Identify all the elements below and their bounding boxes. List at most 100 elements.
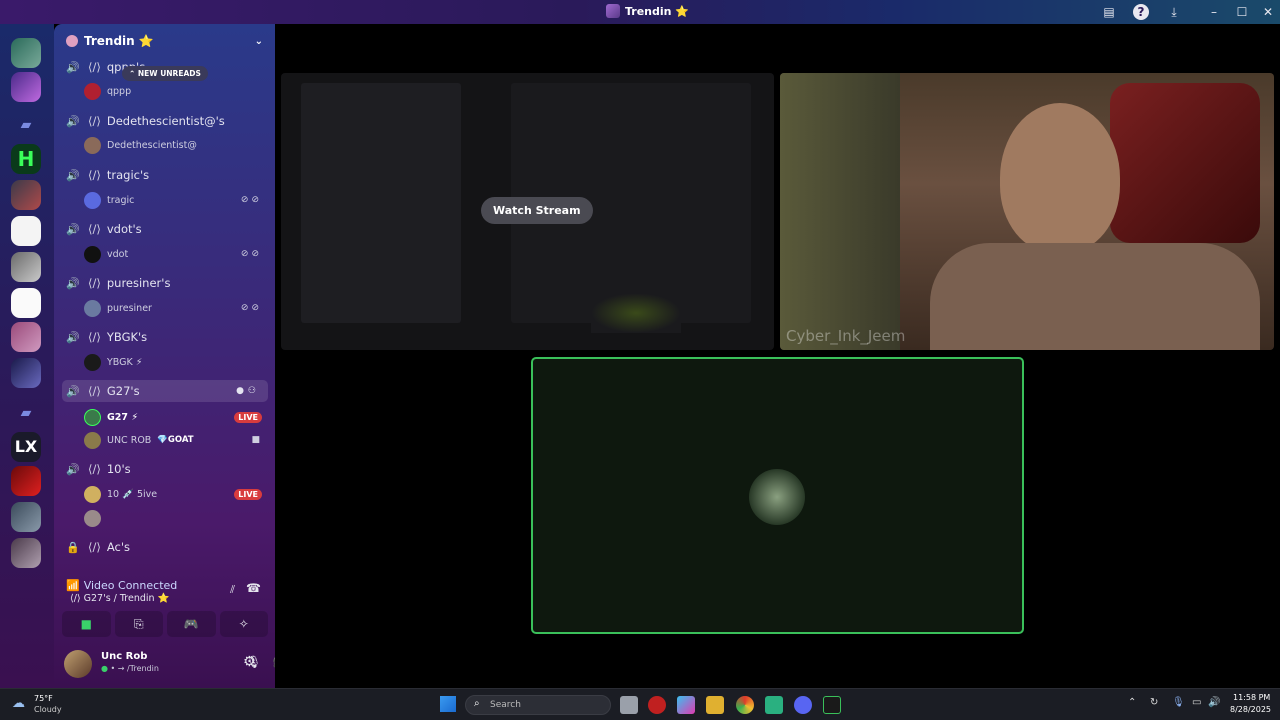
taskbar: ☁ 75°F Cloudy ⌕ Search ⌃ ↻ 🎙 ▭ 🔊 11:58 P… xyxy=(0,688,1280,720)
copilot-icon[interactable] xyxy=(677,696,695,714)
voice-channel[interactable]: 🔊 ⟨/⟩ vdot's xyxy=(62,218,268,240)
deafened-icon: ⊘⊘ xyxy=(240,303,262,313)
server-icon[interactable] xyxy=(11,252,41,282)
discord-icon[interactable] xyxy=(794,696,812,714)
video-stage: Watch Stream Cyber_Ink_Jeem xyxy=(275,24,1280,688)
server-icon[interactable]: LX xyxy=(11,432,41,462)
new-unreads-pill[interactable]: ⌃ NEW UNREADS xyxy=(122,66,208,81)
stream-preview xyxy=(591,293,681,333)
server-icon[interactable] xyxy=(11,538,41,568)
server-icon[interactable] xyxy=(11,72,41,102)
code-icon: ⟨/⟩ xyxy=(88,222,101,236)
minimize-button[interactable]: – xyxy=(1206,4,1222,20)
mic-icon[interactable]: 🎙 xyxy=(1172,697,1185,708)
activity-button[interactable]: 🎮 xyxy=(167,611,216,637)
server-icon[interactable] xyxy=(11,216,41,246)
server-icon[interactable] xyxy=(11,180,41,210)
voice-location[interactable]: ⟨/⟩ G27's / Trendin ⭐ xyxy=(70,593,169,604)
voice-user[interactable]: qppp xyxy=(84,81,268,101)
video-icon: ■ xyxy=(251,435,260,445)
server-icon[interactable] xyxy=(11,38,41,68)
gaming-chair xyxy=(1110,83,1260,243)
voice-user[interactable]: 10 💉 5ive LIVE xyxy=(84,484,268,504)
voice-user[interactable]: puresiner ⊘⊘ xyxy=(84,298,268,318)
server-header[interactable]: Trendin ⭐ ⌄ xyxy=(54,24,275,58)
weather-icon[interactable]: ☁ xyxy=(12,696,25,711)
voice-user[interactable]: Dedethescientist@ xyxy=(84,135,268,155)
clock-date[interactable]: 8/28/2025 xyxy=(1230,705,1271,714)
display-icon[interactable]: ▭ xyxy=(1192,697,1201,708)
voice-channel[interactable]: 🔊 ⟨/⟩ puresiner's xyxy=(62,272,268,294)
code-icon: ⟨/⟩ xyxy=(88,384,101,398)
soundboard-button[interactable]: ✧ xyxy=(219,611,268,637)
app-icon[interactable] xyxy=(648,696,666,714)
avatar xyxy=(84,82,101,100)
file-explorer-icon[interactable] xyxy=(706,696,724,714)
server-icon[interactable] xyxy=(11,322,41,352)
voice-channel[interactable]: 🔊 ⟨/⟩ YBGK's xyxy=(62,326,268,348)
speaker-icon: 🔊 xyxy=(66,168,80,182)
lock-icon: 🔒 xyxy=(66,540,80,554)
chevron-down-icon[interactable]: ⌄ xyxy=(255,36,263,47)
background-wall xyxy=(780,73,900,350)
server-icon[interactable] xyxy=(11,288,41,318)
avatar[interactable] xyxy=(64,650,92,678)
camera-tile[interactable]: Cyber_Ink_Jeem xyxy=(780,73,1274,350)
chrome-icon[interactable] xyxy=(736,696,754,714)
voice-user[interactable]: UNC ROB 💎GOAT ■ xyxy=(84,430,268,450)
voice-user[interactable]: G27 ⚡ LIVE xyxy=(84,407,268,427)
speaker-icon: 🔊 xyxy=(66,114,80,128)
code-icon: ⟨/⟩ xyxy=(88,168,101,182)
voice-channel[interactable]: 🔊 ⟨/⟩ 10's xyxy=(62,458,268,480)
server-icon[interactable] xyxy=(11,502,41,532)
windows-start-icon[interactable] xyxy=(440,696,456,712)
stream-tile[interactable]: Watch Stream xyxy=(281,73,774,350)
app-icon[interactable] xyxy=(823,696,841,714)
screen-share-button[interactable]: ⎘ xyxy=(114,611,163,637)
server-icon[interactable]: H xyxy=(11,144,41,174)
sync-icon[interactable]: ↻ xyxy=(1150,697,1158,708)
chevron-up-icon[interactable]: ⌃ xyxy=(1128,697,1136,708)
speaker-icon: 🔊 xyxy=(66,384,80,398)
avatar xyxy=(84,299,101,317)
folder-icon[interactable]: ▰ xyxy=(11,110,41,140)
voice-user[interactable]: tragic ⊘⊘ xyxy=(84,190,268,210)
noise-suppression-icon[interactable]: ⫽ xyxy=(230,583,235,597)
watch-stream-button[interactable]: Watch Stream xyxy=(481,197,593,224)
deafened-icon: ⊘⊘ xyxy=(240,249,262,259)
maximize-button[interactable]: ☐ xyxy=(1234,4,1250,20)
voice-channel-locked[interactable]: 🔒 ⟨/⟩ Ac's xyxy=(62,536,268,558)
avatar xyxy=(84,431,101,449)
clock-time[interactable]: 11:58 PM xyxy=(1233,693,1270,702)
chat-icon[interactable]: ●⚇ xyxy=(236,386,260,396)
voice-channel-active[interactable]: 🔊 ⟨/⟩ G27's ●⚇ xyxy=(62,380,268,402)
server-icon[interactable] xyxy=(11,466,41,496)
app-icon[interactable] xyxy=(765,696,783,714)
voice-status: 📶 Video Connected xyxy=(66,579,178,592)
avatar xyxy=(84,245,101,263)
voice-user[interactable]: vdot ⊘⊘ xyxy=(84,244,268,264)
avatar xyxy=(84,353,101,371)
server-icon[interactable] xyxy=(11,358,41,388)
speaker-icon: 🔊 xyxy=(66,462,80,476)
speaker-icon: 🔊 xyxy=(66,276,80,290)
disconnect-icon[interactable]: ☎ xyxy=(246,581,261,595)
channel-sidebar: Trendin ⭐ ⌄ 🔊 ⟨/⟩ qppp's ⌃ NEW UNREADS q… xyxy=(54,24,287,688)
folder-icon[interactable]: ▰ xyxy=(11,398,41,428)
settings-icon[interactable]: ⚙ xyxy=(243,654,256,670)
inbox-icon[interactable]: ▤ xyxy=(1101,4,1117,20)
stream-preview xyxy=(301,83,461,323)
search-box[interactable]: ⌕ Search xyxy=(465,695,611,715)
camera-button[interactable]: ■ xyxy=(62,611,111,637)
help-icon[interactable]: ? xyxy=(1133,4,1149,20)
voice-channel[interactable]: 🔊 ⟨/⟩ Dedethescientist@'s xyxy=(62,110,268,132)
close-button[interactable]: ✕ xyxy=(1260,4,1276,20)
download-icon[interactable]: ⤓ xyxy=(1166,4,1182,20)
voice-user[interactable]: YBGK ⚡ xyxy=(84,352,268,372)
voice-channel[interactable]: 🔊 ⟨/⟩ tragic's xyxy=(62,164,268,186)
voice-user[interactable] xyxy=(84,508,268,528)
speaking-tile[interactable] xyxy=(531,357,1024,634)
volume-icon[interactable]: 🔊 xyxy=(1208,697,1220,708)
task-view-icon[interactable] xyxy=(620,696,638,714)
code-icon: ⟨/⟩ xyxy=(88,60,101,74)
